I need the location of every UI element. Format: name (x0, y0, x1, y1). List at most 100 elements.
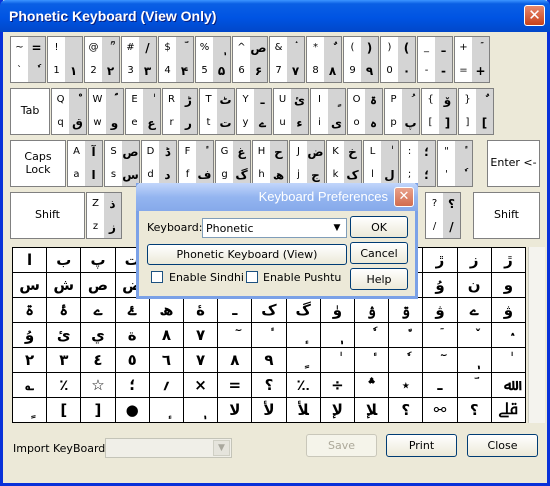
char-cell[interactable]: ٤ (81, 348, 115, 372)
char-cell[interactable]: ٥ (115, 348, 149, 372)
char-cell[interactable]: ⚯ (423, 398, 457, 422)
char-cell[interactable]: ٦ (149, 348, 183, 372)
key[interactable]: Hحhھ (252, 140, 288, 187)
key[interactable]: @ؒ 2۲ (84, 36, 120, 83)
char-cell[interactable]: گ (286, 298, 320, 322)
key[interactable]: Wؐ wو (88, 88, 124, 135)
enable-pushtu-checkbox[interactable] (246, 271, 258, 283)
char-cell[interactable]: ﷱ (491, 398, 525, 422)
char-cell[interactable]: ٪ (47, 373, 81, 397)
ok-button[interactable]: OK (350, 216, 408, 238)
char-cell[interactable]: ٗ (355, 323, 389, 347)
key[interactable]: # / 3 ۳ (121, 36, 157, 83)
key[interactable]: *ٌ 8۸ (306, 36, 342, 83)
key[interactable]: $ؔ 4۴ (158, 36, 194, 83)
import-keyboard-select[interactable]: ▼ (105, 438, 232, 458)
key[interactable]: Dڈdد (141, 140, 177, 187)
char-cell[interactable]: ٖ (320, 323, 354, 347)
key[interactable]: ) (0 ۰ (380, 36, 416, 83)
char-cell[interactable]: ٭ (389, 373, 423, 397)
char-cell[interactable]: ب (47, 248, 81, 272)
tab-key[interactable]: Tab (10, 88, 50, 135)
char-cell[interactable]: ٰ (320, 348, 354, 372)
key[interactable]: _ ـ - - (417, 36, 453, 83)
right-shift-key[interactable]: Shift (473, 192, 540, 239)
char-cell[interactable]: و (491, 273, 525, 297)
key[interactable]: Kخkک (326, 140, 362, 187)
key[interactable]: %ٖ 5۵ (195, 36, 231, 83)
key[interactable]: Iٍ iی (310, 88, 346, 135)
char-cell[interactable]: ٖ (457, 348, 491, 372)
char-cell[interactable]: [ (47, 398, 81, 422)
char-cell[interactable]: ٧ (184, 348, 218, 372)
char-cell[interactable]: ن (457, 273, 491, 297)
char-cell[interactable]: ٍ (13, 398, 47, 422)
char-cell[interactable]: ـ (423, 373, 457, 397)
enter-key[interactable]: Enter <- (487, 140, 540, 187)
char-cell[interactable]: ٖ (184, 398, 218, 422)
char-cell[interactable]: ٰ (491, 348, 525, 372)
char-cell[interactable]: ؟ (389, 398, 423, 422)
char-cell[interactable]: ة (115, 323, 149, 347)
char-cell[interactable]: ٔ (252, 323, 286, 347)
char-cell[interactable]: ش (47, 273, 81, 297)
close-window-button[interactable]: ✕ (524, 5, 545, 26)
char-cell[interactable]: ؔ (457, 373, 491, 397)
char-cell[interactable]: ٘ (389, 323, 423, 347)
key[interactable]: ^ ص 6 ۶ (232, 36, 268, 83)
cancel-button[interactable]: Cancel (350, 242, 408, 264)
char-cell[interactable]: ٔ (355, 348, 389, 372)
key[interactable]: +ٙ = + (454, 36, 490, 83)
key[interactable]: Uئuء (273, 88, 309, 135)
key[interactable]: Rڑrر (162, 88, 198, 135)
key[interactable]: Oۃoہ (347, 88, 383, 135)
key[interactable]: Lٰlل (363, 140, 399, 187)
char-cell[interactable]: ۀ (184, 298, 218, 322)
char-cell[interactable]: ۊ (389, 298, 423, 322)
char-cell[interactable]: ئ (47, 323, 81, 347)
char-cell[interactable]: ے (81, 298, 115, 322)
key[interactable]: Aآaا (67, 140, 103, 187)
char-cell[interactable]: ٛ (491, 323, 525, 347)
char-cell[interactable]: ] (81, 398, 115, 422)
char-cell[interactable]: ﷲ (491, 373, 525, 397)
char-cell[interactable]: ﻺ (355, 398, 389, 422)
char-cell[interactable]: ؉ (286, 373, 320, 397)
char-cell[interactable]: = (218, 373, 252, 397)
save-button[interactable]: Save (306, 434, 377, 457)
char-cell[interactable]: ۃ (13, 298, 47, 322)
char-cell[interactable]: ٚ (457, 323, 491, 347)
char-cell[interactable]: ي (81, 323, 115, 347)
char-cell[interactable]: ے (457, 298, 491, 322)
char-cell[interactable]: ٕ (286, 323, 320, 347)
char-cell[interactable]: ؎ (13, 373, 47, 397)
char-cell[interactable]: ۇ (423, 273, 457, 297)
char-cell[interactable]: ۈ (320, 298, 354, 322)
key[interactable]: Tٹtت (199, 88, 235, 135)
key[interactable]: Gغgگ (215, 140, 251, 187)
key[interactable]: : ؛; ؛ (400, 140, 436, 187)
char-cell[interactable]: ﻹ (320, 398, 354, 422)
char-cell[interactable]: ھ (149, 298, 183, 322)
char-cell[interactable]: ـ (218, 298, 252, 322)
char-cell[interactable]: ؟ (457, 398, 491, 422)
key[interactable]: Jضjج (289, 140, 325, 187)
char-cell[interactable]: × (184, 373, 218, 397)
char-cell[interactable]: ٧ (184, 323, 218, 347)
char-cell[interactable]: ÷ (320, 373, 354, 397)
close-button[interactable]: Close (467, 434, 538, 457)
char-cell[interactable]: ک (252, 298, 286, 322)
dialog-close-button[interactable]: ✕ (394, 187, 414, 207)
char-cell[interactable]: ٩ (252, 348, 286, 372)
char-cell[interactable]: ﻷ (252, 398, 286, 422)
caps-lock-key[interactable]: Caps Lock (10, 140, 66, 187)
char-cell[interactable]: س (13, 273, 47, 297)
char-cell[interactable]: ز (457, 248, 491, 272)
char-cell[interactable]: ص (81, 273, 115, 297)
enable-sindhi-checkbox[interactable] (151, 271, 163, 283)
char-cell[interactable]: ﻻ (218, 398, 252, 422)
char-cell[interactable]: ٨ (149, 323, 183, 347)
char-cell[interactable]: ﻸ (286, 398, 320, 422)
help-button[interactable]: Help (350, 268, 408, 290)
char-cell[interactable]: ۋ (491, 298, 525, 322)
